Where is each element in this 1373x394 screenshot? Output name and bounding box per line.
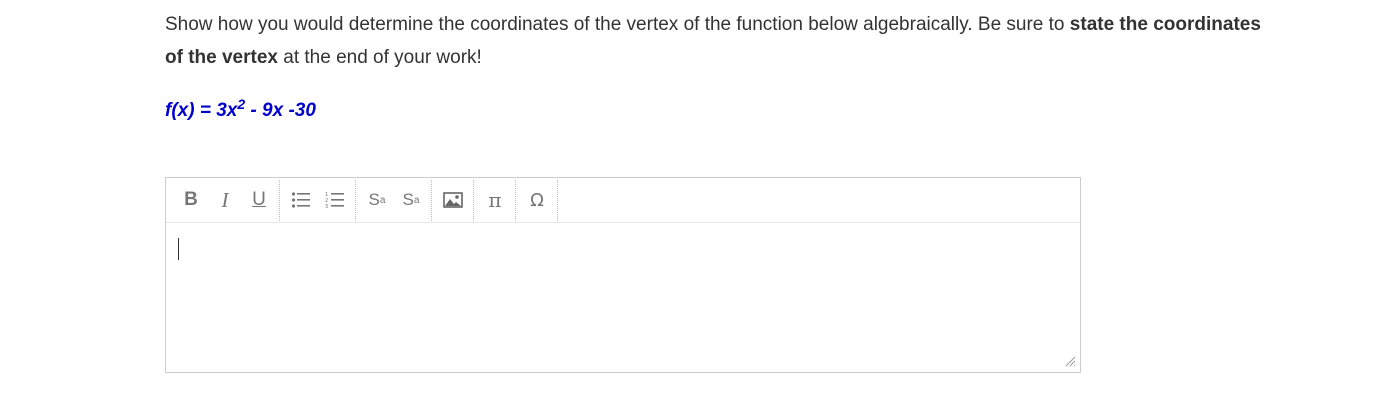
text-caret (178, 238, 179, 260)
formula-suffix: - 9x -30 (245, 100, 316, 121)
italic-button[interactable]: I (208, 183, 242, 217)
toolbar-group-special: Ω (516, 178, 558, 223)
answer-text-area[interactable] (166, 223, 1080, 371)
math-symbols-button[interactable]: π (478, 183, 512, 217)
toolbar-group-math: π (474, 178, 516, 223)
editor-toolbar: B I U 1 2 3 S a S a π Ω (166, 178, 1080, 223)
underline-button[interactable]: U (242, 183, 276, 217)
question-text-part1: Show how you would determine the coordin… (165, 14, 1070, 35)
toolbar-group-lists: 1 2 3 (280, 178, 356, 223)
formula-exponent: 2 (237, 96, 246, 112)
formula-prefix: f(x) = 3x (165, 100, 238, 121)
subscript-base: S (402, 190, 414, 209)
superscript-mark: a (379, 194, 386, 206)
function-formula: f(x) = 3x2 - 9x -30 (165, 96, 316, 126)
resize-handle-icon[interactable] (1064, 355, 1076, 367)
superscript-button[interactable]: Sa (360, 183, 394, 217)
subscript-mark: a (413, 194, 420, 206)
numbered-list-icon: 1 2 3 (325, 192, 344, 209)
image-icon (443, 192, 463, 208)
subscript-button[interactable]: Sa (394, 183, 428, 217)
special-characters-button[interactable]: Ω (520, 183, 554, 217)
answer-editor: B I U 1 2 3 S a S a π Ω (165, 177, 1081, 373)
question-text: Show how you would determine the coordin… (165, 8, 1275, 74)
bulleted-list-icon (291, 192, 310, 208)
toolbar-group-image (432, 178, 474, 223)
bold-button[interactable]: B (174, 183, 208, 217)
question-text-part2: at the end of your work! (277, 47, 482, 68)
insert-image-button[interactable] (436, 183, 470, 217)
superscript-base: S (368, 190, 380, 209)
svg-text:3: 3 (325, 204, 328, 209)
toolbar-group-scripts: Sa Sa (356, 178, 432, 223)
bulleted-list-button[interactable] (284, 183, 318, 217)
numbered-list-button[interactable]: 1 2 3 (318, 183, 352, 217)
toolbar-group-formatting: B I U (166, 178, 280, 223)
